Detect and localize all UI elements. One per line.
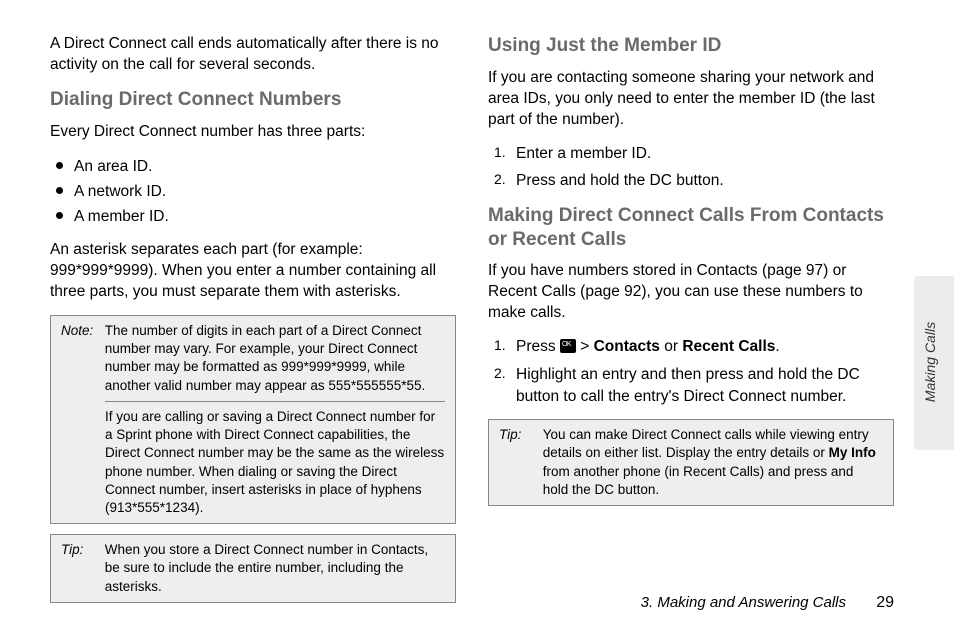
step-or: or bbox=[660, 338, 682, 355]
list-item: Press and hold the DC button. bbox=[494, 170, 894, 192]
heading-member-id: Using Just the Member ID bbox=[488, 34, 894, 58]
tip-callout-left: Tip: When you store a Direct Connect num… bbox=[50, 534, 456, 603]
note-label: Note: bbox=[61, 322, 101, 340]
list-item: A network ID. bbox=[56, 180, 456, 203]
chapter-title: 3. Making and Answering Calls bbox=[641, 594, 846, 611]
tip-text: When you store a Direct Connect number i… bbox=[105, 541, 441, 596]
note-text-2: If you are calling or saving a Direct Co… bbox=[105, 408, 445, 517]
list-item: Highlight an entry and then press and ho… bbox=[494, 364, 894, 407]
tip-text: You can make Direct Connect calls while … bbox=[543, 426, 879, 499]
tip-post: from another phone (in Recent Calls) and… bbox=[543, 464, 854, 497]
page-number: 29 bbox=[876, 594, 894, 611]
note-text-1: The number of digits in each part of a D… bbox=[105, 322, 441, 395]
page-footer: 3. Making and Answering Calls 29 bbox=[641, 594, 894, 612]
intro-paragraph: A Direct Connect call ends automatically… bbox=[50, 34, 456, 76]
right-column: Using Just the Member ID If you are cont… bbox=[488, 34, 894, 564]
note-divider bbox=[105, 401, 445, 402]
heading-from-contacts: Making Direct Connect Calls From Contact… bbox=[488, 204, 894, 252]
tip-pre: You can make Direct Connect calls while … bbox=[543, 427, 869, 460]
member-id-paragraph: If you are contacting someone sharing yo… bbox=[488, 68, 894, 131]
list-item: A member ID. bbox=[56, 205, 456, 228]
steps-member-id: Enter a member ID. Press and hold the DC… bbox=[494, 143, 894, 192]
tip-label: Tip: bbox=[61, 541, 101, 559]
list-item: Press > Contacts or Recent Calls. bbox=[494, 336, 894, 358]
section-tab: Making Calls bbox=[914, 276, 954, 450]
tip-label: Tip: bbox=[499, 426, 539, 444]
step-post: . bbox=[775, 338, 779, 355]
heading-dialing: Dialing Direct Connect Numbers bbox=[50, 88, 456, 112]
my-info-bold: My Info bbox=[829, 445, 876, 460]
note-callout: Note: The number of digits in each part … bbox=[50, 315, 456, 524]
two-column-layout: A Direct Connect call ends automatically… bbox=[50, 34, 894, 564]
ok-key-icon bbox=[560, 339, 576, 353]
asterisk-paragraph: An asterisk separates each part (for exa… bbox=[50, 240, 456, 303]
contacts-bold: Contacts bbox=[594, 338, 660, 355]
contacts-paragraph: If you have numbers stored in Contacts (… bbox=[488, 261, 894, 324]
list-item: Enter a member ID. bbox=[494, 143, 894, 165]
left-column: A Direct Connect call ends automatically… bbox=[50, 34, 456, 564]
steps-contacts: Press > Contacts or Recent Calls. Highli… bbox=[494, 336, 894, 407]
recent-calls-bold: Recent Calls bbox=[682, 338, 775, 355]
section-tab-label: Making Calls bbox=[922, 322, 938, 402]
step-text-pre: Press bbox=[516, 338, 560, 355]
step-gt: > bbox=[576, 338, 594, 355]
parts-intro: Every Direct Connect number has three pa… bbox=[50, 122, 456, 143]
list-item: An area ID. bbox=[56, 155, 456, 178]
parts-list: An area ID. A network ID. A member ID. bbox=[56, 155, 456, 229]
tip-callout-right: Tip: You can make Direct Connect calls w… bbox=[488, 419, 894, 506]
